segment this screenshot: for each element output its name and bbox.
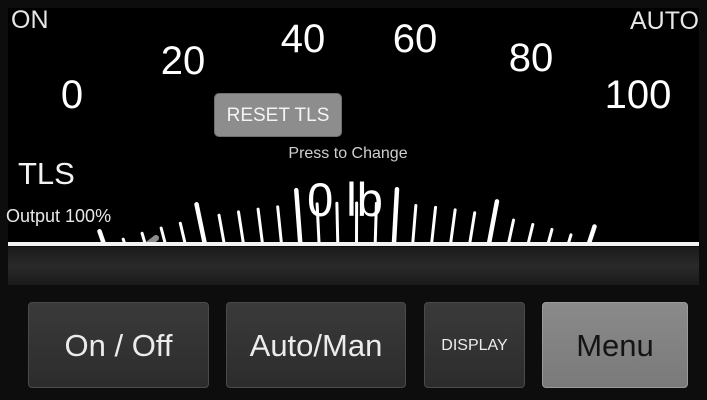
scale-label-60: 60 (393, 17, 438, 61)
minor-tick (178, 221, 187, 242)
minor-tick (546, 227, 554, 242)
minor-tick (217, 213, 226, 242)
press-to-change-hint: Press to Change (288, 145, 408, 162)
minor-tick (449, 208, 457, 242)
output-label: Output 100% (6, 206, 112, 226)
mode-on-label: ON (11, 6, 49, 34)
minor-tick (507, 218, 516, 242)
scale-label-0: 0 (61, 73, 83, 117)
on-off-button[interactable]: On / Off (28, 302, 209, 388)
tls-label: TLS (18, 156, 75, 191)
display-button[interactable]: DISPLAY (424, 302, 525, 388)
major-tick (97, 229, 106, 242)
app-window: 0 20 40 60 80 100 ON AUTO TLS Output 100% RES… (0, 0, 707, 400)
scale-label-100: 100 (605, 73, 672, 117)
minor-tick (468, 211, 477, 242)
scale-label-40: 40 (281, 17, 326, 61)
minor-tick (236, 210, 245, 242)
auto-man-button[interactable]: Auto/Man (226, 302, 406, 388)
minor-tick (526, 222, 535, 242)
status-bar (8, 247, 699, 285)
major-tick (587, 224, 597, 242)
menu-button[interactable]: Menu (542, 302, 688, 388)
scale-label-80: 80 (509, 36, 554, 80)
reset-tls-button[interactable]: RESET TLS (214, 93, 342, 137)
scale-label-20: 20 (161, 39, 206, 83)
mode-auto-label: AUTO (630, 7, 699, 35)
minor-tick (159, 226, 167, 242)
divider (8, 242, 699, 246)
major-tick (194, 202, 207, 242)
major-tick (486, 199, 500, 242)
load-reading[interactable]: 0 lb (255, 176, 435, 223)
minor-tick (567, 233, 573, 242)
